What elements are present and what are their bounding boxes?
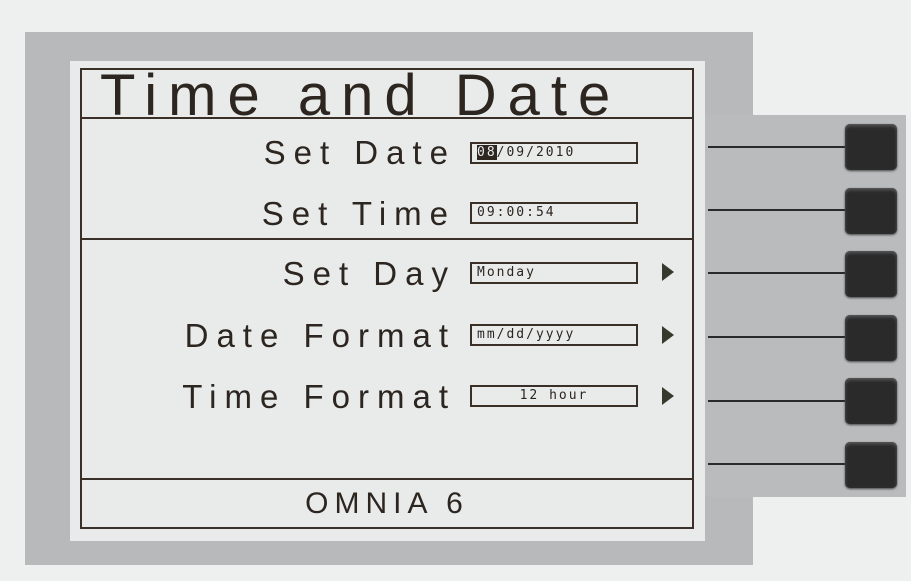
set-day-label: Set Day <box>282 255 456 292</box>
softkey-3-leader <box>708 272 848 274</box>
date-value-rest: /09/2010 <box>496 145 576 160</box>
device-panel: Time and Date Set Date 08/09/2010 Set Ti… <box>0 0 911 581</box>
date-format-label: Date Format <box>184 317 456 354</box>
section-divider <box>80 238 694 240</box>
date-cursor-segment[interactable]: 08 <box>477 145 497 160</box>
softkey-5-button[interactable] <box>845 378 897 424</box>
softkey-3-button[interactable] <box>845 251 897 297</box>
softkey-4-leader <box>708 336 848 338</box>
time-format-arrow-icon[interactable] <box>662 387 674 405</box>
set-day-arrow-icon[interactable] <box>662 263 674 281</box>
softkey-1-button[interactable] <box>845 124 897 170</box>
page-title: Time and Date <box>100 63 622 128</box>
softkey-6-button[interactable] <box>845 442 897 488</box>
set-date-label: Set Date <box>263 134 456 171</box>
softkey-2-button[interactable] <box>845 188 897 234</box>
set-day-field[interactable]: Monday <box>470 262 638 284</box>
set-date-field[interactable]: 08/09/2010 <box>470 142 638 164</box>
date-format-arrow-icon[interactable] <box>662 326 674 344</box>
softkey-4-button[interactable] <box>845 315 897 361</box>
set-time-field[interactable]: 09:00:54 <box>470 202 638 224</box>
set-time-label: Set Time <box>261 195 456 232</box>
softkey-6-leader <box>708 463 848 465</box>
time-format-label: Time Format <box>182 378 456 415</box>
softkey-tab <box>700 115 906 497</box>
softkey-5-leader <box>708 400 848 402</box>
softkey-2-leader <box>708 209 848 211</box>
time-format-field[interactable]: 12 hour <box>470 385 638 407</box>
softkey-1-leader <box>708 146 848 148</box>
device-name: OMNIA 6 <box>305 487 469 520</box>
date-format-field[interactable]: mm/dd/yyyy <box>470 324 638 346</box>
